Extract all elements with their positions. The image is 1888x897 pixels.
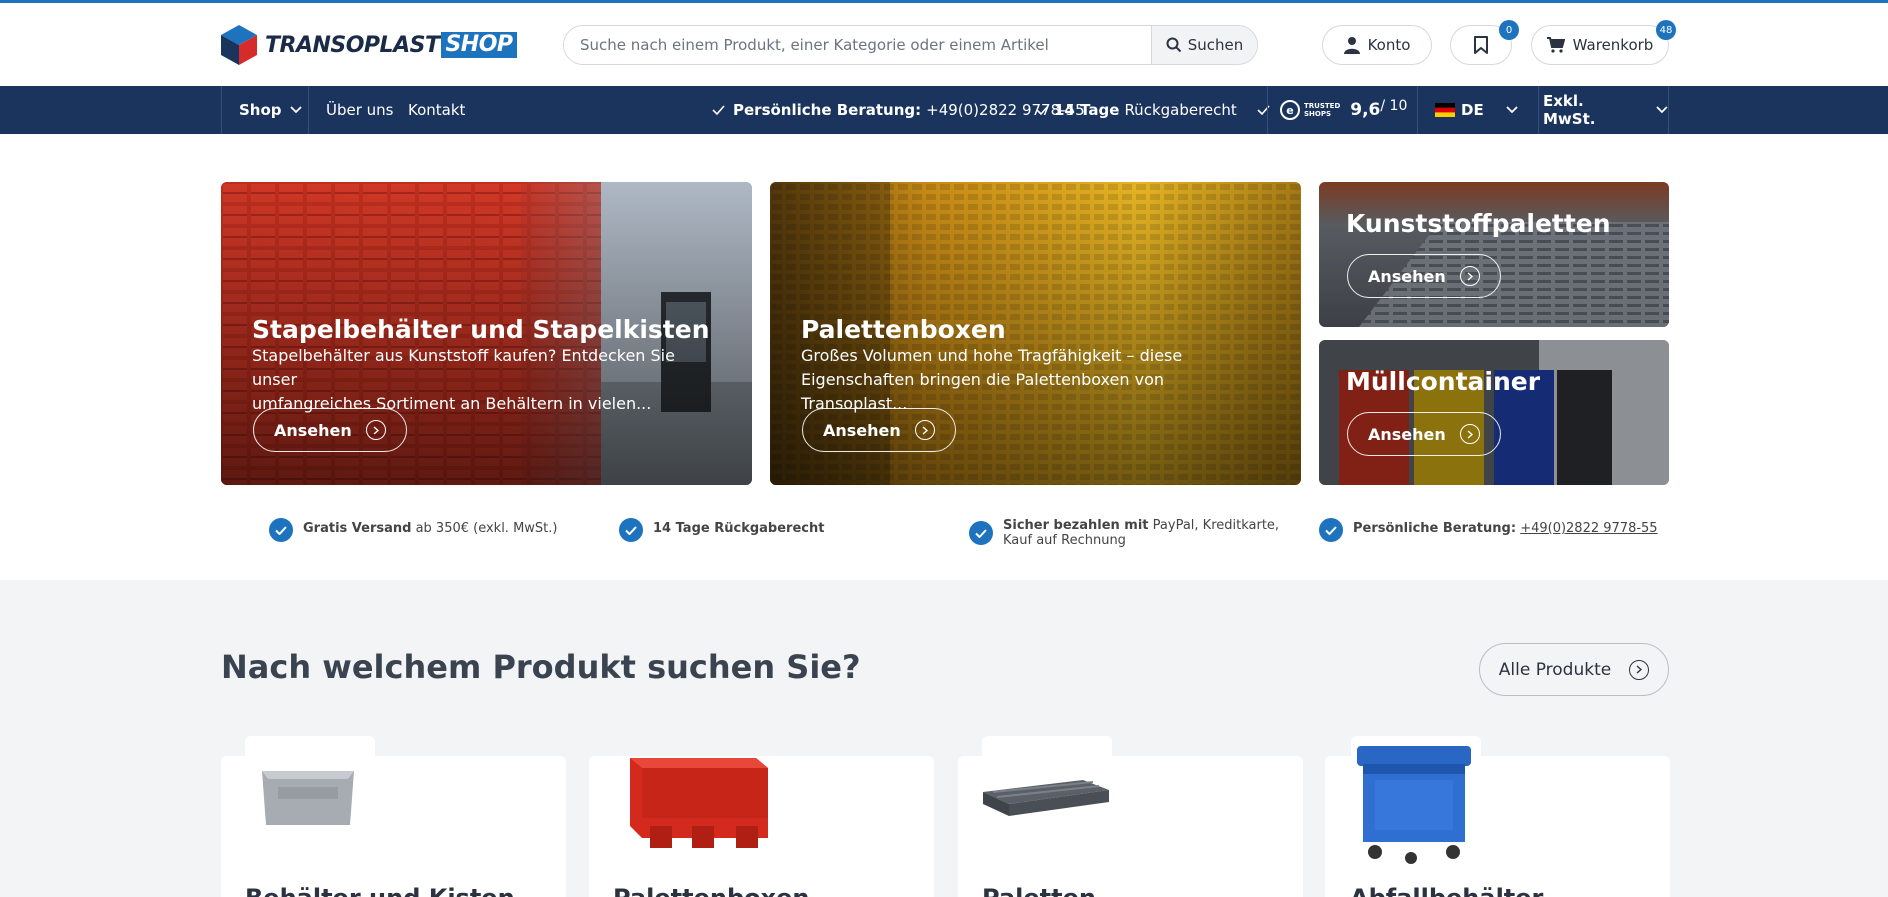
hero-tile-pallet-boxes[interactable]: Palettenboxen Großes Volumen und hohe Tr… bbox=[770, 182, 1301, 485]
usp-secure-payment: Sicher bezahlen mit PayPal, Kreditkarte,… bbox=[969, 518, 1279, 548]
chevron-right-icon bbox=[1459, 266, 1480, 286]
account-button[interactable]: Konto bbox=[1322, 25, 1432, 65]
logo-cube-icon bbox=[221, 25, 257, 65]
all-products-button[interactable]: Alle Produkte bbox=[1479, 643, 1669, 696]
plastic-pallet-image bbox=[983, 780, 1109, 816]
nav-item-about[interactable]: Über uns bbox=[326, 86, 394, 134]
trusted-shops-icon: e bbox=[1280, 100, 1300, 120]
chevron-right-icon bbox=[1459, 424, 1480, 444]
tax-selector[interactable]: Exkl. MwSt. bbox=[1543, 86, 1668, 134]
site-header: TRANSOPLAST SHOP Suchen Konto 0 Warenkor… bbox=[0, 3, 1888, 86]
category-card-label: Abfallbehälter bbox=[1350, 884, 1543, 897]
tile-description: Großes Volumen und hohe Tragfähigkeit – … bbox=[801, 346, 1183, 413]
gray-crate-image bbox=[262, 771, 354, 825]
tile-title: Stapelbehälter und Stapelkisten bbox=[252, 315, 710, 344]
search-icon bbox=[1166, 37, 1181, 53]
tile-description: Stapelbehälter aus Kunststoff kaufen? En… bbox=[252, 346, 675, 413]
logo-wordmark: TRANSOPLAST bbox=[265, 32, 440, 58]
nav-return-info: 14 Tage Rückgaberecht bbox=[1036, 86, 1270, 134]
user-icon bbox=[1343, 37, 1360, 54]
category-card-label: Paletten bbox=[982, 884, 1096, 897]
language-selector[interactable]: DE bbox=[1435, 86, 1518, 134]
tile-title: Palettenboxen bbox=[801, 315, 1006, 344]
main-navigation: Shop Über uns Kontakt Persönliche Beratu… bbox=[0, 86, 1888, 134]
check-icon bbox=[1319, 518, 1343, 542]
view-button[interactable]: Ansehen bbox=[1347, 254, 1501, 298]
cart-label: Warenkorb bbox=[1572, 36, 1654, 54]
nav-shop-label: Shop bbox=[239, 101, 282, 119]
trusted-shops-rating[interactable]: e TRUSTED SHOPS 9,6 / 10 bbox=[1280, 86, 1407, 134]
search-button[interactable]: Suchen bbox=[1151, 26, 1257, 64]
chevron-down-icon bbox=[289, 106, 302, 114]
nav-consultation-info: Persönliche Beratung: +49(0)2822 9778-55 bbox=[712, 86, 1085, 134]
site-logo[interactable]: TRANSOPLAST SHOP bbox=[221, 25, 517, 65]
category-card-pallets[interactable] bbox=[958, 756, 1303, 897]
rating-value: 9,6 bbox=[1350, 100, 1381, 120]
category-card-label: Behälter und Kisten bbox=[245, 884, 515, 897]
chevron-right-icon bbox=[1629, 659, 1650, 680]
hero-tile-stacking-containers[interactable]: Stapelbehälter und Stapelkisten Stapelbe… bbox=[221, 182, 752, 485]
nav-item-contact[interactable]: Kontakt bbox=[408, 86, 465, 134]
check-icon bbox=[269, 518, 293, 542]
chevron-right-icon bbox=[914, 420, 935, 440]
account-label: Konto bbox=[1367, 36, 1411, 54]
search-button-label: Suchen bbox=[1187, 36, 1244, 54]
check-icon bbox=[619, 518, 643, 542]
check-icon bbox=[712, 105, 725, 115]
bookmark-icon bbox=[1474, 36, 1488, 54]
chevron-down-icon bbox=[1506, 106, 1518, 114]
section-title: Nach welchem Produkt suchen Sie? bbox=[221, 648, 861, 686]
red-pallet-box-image bbox=[630, 758, 768, 848]
flag-germany-icon bbox=[1435, 103, 1455, 117]
cart-icon bbox=[1546, 37, 1565, 53]
usp-consultation: Persönliche Beratung: +49(0)2822 9778-55 bbox=[1319, 518, 1658, 542]
chevron-down-icon bbox=[1656, 106, 1668, 114]
blue-waste-bin-image bbox=[1357, 746, 1471, 864]
logo-shop-badge: SHOP bbox=[441, 32, 517, 58]
tile-title: Kunststoffpaletten bbox=[1346, 209, 1611, 238]
check-icon bbox=[1036, 105, 1049, 115]
usp-return-policy: 14 Tage Rückgaberecht bbox=[619, 518, 824, 542]
view-button[interactable]: Ansehen bbox=[802, 408, 956, 452]
view-button[interactable]: Ansehen bbox=[253, 408, 407, 452]
cart-count-badge: 48 bbox=[1656, 20, 1676, 40]
cart-button[interactable]: Warenkorb 48 bbox=[1531, 20, 1676, 65]
consultation-phone-link[interactable]: +49(0)2822 9778-55 bbox=[1520, 521, 1657, 536]
check-icon bbox=[969, 521, 993, 545]
hero-tile-waste-containers[interactable]: Müllcontainer Ansehen bbox=[1319, 340, 1669, 485]
usp-free-shipping: Gratis Versand ab 350€ (exkl. MwSt.) bbox=[269, 518, 557, 542]
wishlist-count-badge: 0 bbox=[1499, 20, 1519, 40]
svg-text:e: e bbox=[1286, 104, 1293, 117]
search-bar: Suche n bbox=[563, 25, 1258, 65]
category-card-label: Palettenboxen bbox=[613, 884, 809, 897]
wishlist-button[interactable]: 0 bbox=[1450, 20, 1519, 65]
chevron-right-icon bbox=[365, 420, 386, 440]
search-input[interactable] bbox=[564, 26, 1151, 64]
view-button[interactable]: Ansehen bbox=[1347, 412, 1501, 456]
nav-item-shop[interactable]: Shop bbox=[239, 86, 302, 134]
tile-title: Müllcontainer bbox=[1346, 367, 1541, 396]
hero-tile-plastic-pallets[interactable]: Kunststoffpaletten Ansehen bbox=[1319, 182, 1669, 327]
